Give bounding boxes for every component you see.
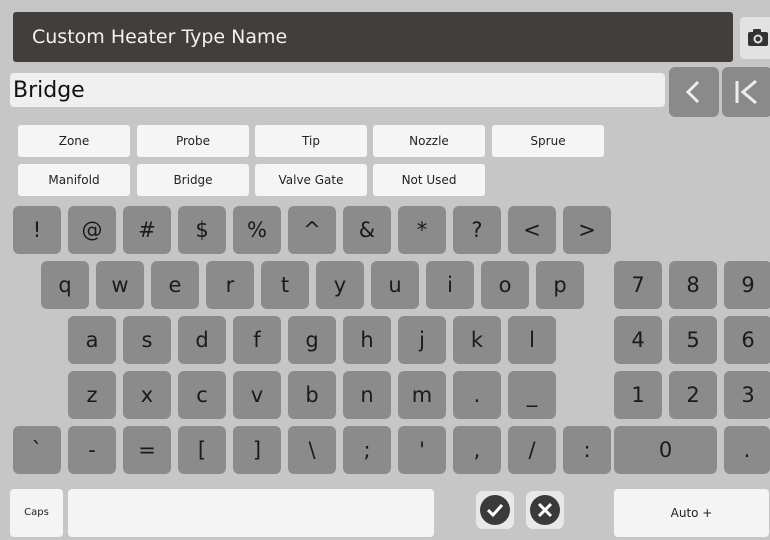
auto-button[interactable]: Auto + — [614, 489, 769, 537]
symbol-key-9[interactable]: < — [508, 206, 556, 254]
numpad-key-9[interactable]: 9 — [724, 261, 770, 309]
letter-key-6[interactable]: j — [398, 316, 446, 364]
numpad-key-2[interactable]: 2 — [669, 371, 717, 419]
letter-key-0[interactable]: q — [41, 261, 89, 309]
letter-key-5[interactable]: y — [316, 261, 364, 309]
chevron-left-icon — [685, 80, 700, 104]
preset-tip[interactable]: Tip — [255, 125, 367, 157]
confirm-button[interactable] — [476, 491, 514, 529]
letter-key-3[interactable]: r — [206, 261, 254, 309]
backspace-button[interactable] — [669, 67, 719, 117]
symbol-key-10[interactable]: > — [563, 206, 611, 254]
letter-key-8[interactable]: _ — [508, 371, 556, 419]
symbol-key-1[interactable]: @ — [68, 206, 116, 254]
camera-icon — [748, 29, 768, 46]
letter-key-9[interactable]: p — [536, 261, 584, 309]
preset-sprue[interactable]: Sprue — [492, 125, 604, 157]
numpad-key-3[interactable]: 3 — [724, 371, 770, 419]
letter-key-4[interactable]: b — [288, 371, 336, 419]
preset-probe[interactable]: Probe — [137, 125, 249, 157]
letter-key-2[interactable]: d — [178, 316, 226, 364]
caps-key[interactable]: Caps — [10, 489, 63, 537]
punct-key-0[interactable]: ` — [13, 426, 61, 474]
punct-key-4[interactable]: ] — [233, 426, 281, 474]
clear-button[interactable] — [722, 67, 770, 117]
symbol-key-6[interactable]: & — [343, 206, 391, 254]
preset-manifold[interactable]: Manifold — [18, 164, 130, 196]
numpad-key-1[interactable]: 1 — [614, 371, 662, 419]
x-circle-icon — [530, 495, 560, 525]
numpad-key-8[interactable]: 8 — [669, 261, 717, 309]
numpad-key-0[interactable]: 0 — [614, 426, 717, 474]
first-page-icon — [735, 79, 757, 105]
check-circle-icon — [480, 495, 510, 525]
letter-key-8[interactable]: l — [508, 316, 556, 364]
letter-key-5[interactable]: n — [343, 371, 391, 419]
letter-key-0[interactable]: z — [68, 371, 116, 419]
letter-key-2[interactable]: e — [151, 261, 199, 309]
symbol-key-7[interactable]: * — [398, 206, 446, 254]
punct-key-5[interactable]: \ — [288, 426, 336, 474]
cancel-button[interactable] — [526, 491, 564, 529]
letter-key-4[interactable]: t — [261, 261, 309, 309]
symbol-key-8[interactable]: ? — [453, 206, 501, 254]
letter-key-4[interactable]: g — [288, 316, 336, 364]
preset-zone[interactable]: Zone — [18, 125, 130, 157]
punct-key-9[interactable]: / — [508, 426, 556, 474]
punct-key-2[interactable]: = — [123, 426, 171, 474]
letter-key-5[interactable]: h — [343, 316, 391, 364]
symbol-key-4[interactable]: % — [233, 206, 281, 254]
letter-key-3[interactable]: v — [233, 371, 281, 419]
letter-key-8[interactable]: o — [481, 261, 529, 309]
letter-key-1[interactable]: w — [96, 261, 144, 309]
numpad-key-dot[interactable]: . — [724, 426, 770, 474]
numpad-key-7[interactable]: 7 — [614, 261, 662, 309]
letter-key-1[interactable]: s — [123, 316, 171, 364]
preset-not-used[interactable]: Not Used — [373, 164, 485, 196]
letter-key-1[interactable]: x — [123, 371, 171, 419]
symbol-key-5[interactable]: ^ — [288, 206, 336, 254]
letter-key-3[interactable]: f — [233, 316, 281, 364]
punct-key-3[interactable]: [ — [178, 426, 226, 474]
letter-key-7[interactable]: i — [426, 261, 474, 309]
preset-valve-gate[interactable]: Valve Gate — [255, 164, 367, 196]
punct-key-6[interactable]: ; — [343, 426, 391, 474]
punct-key-10[interactable]: : — [563, 426, 611, 474]
letter-key-7[interactable]: . — [453, 371, 501, 419]
punct-key-1[interactable]: - — [68, 426, 116, 474]
numpad-key-4[interactable]: 4 — [614, 316, 662, 364]
letter-key-2[interactable]: c — [178, 371, 226, 419]
symbol-key-3[interactable]: $ — [178, 206, 226, 254]
numpad-key-6[interactable]: 6 — [724, 316, 770, 364]
letter-key-6[interactable]: m — [398, 371, 446, 419]
letter-key-7[interactable]: k — [453, 316, 501, 364]
letter-key-6[interactable]: u — [371, 261, 419, 309]
screenshot-button[interactable] — [740, 17, 770, 59]
letter-key-0[interactable]: a — [68, 316, 116, 364]
dialog-title: Custom Heater Type Name — [13, 12, 733, 62]
punct-key-8[interactable]: , — [453, 426, 501, 474]
punct-key-7[interactable]: ' — [398, 426, 446, 474]
numpad-key-5[interactable]: 5 — [669, 316, 717, 364]
symbol-key-0[interactable]: ! — [13, 206, 61, 254]
symbol-key-2[interactable]: # — [123, 206, 171, 254]
name-input[interactable]: Bridge — [10, 73, 665, 107]
preset-nozzle[interactable]: Nozzle — [373, 125, 485, 157]
space-key[interactable] — [68, 489, 434, 537]
preset-bridge[interactable]: Bridge — [137, 164, 249, 196]
